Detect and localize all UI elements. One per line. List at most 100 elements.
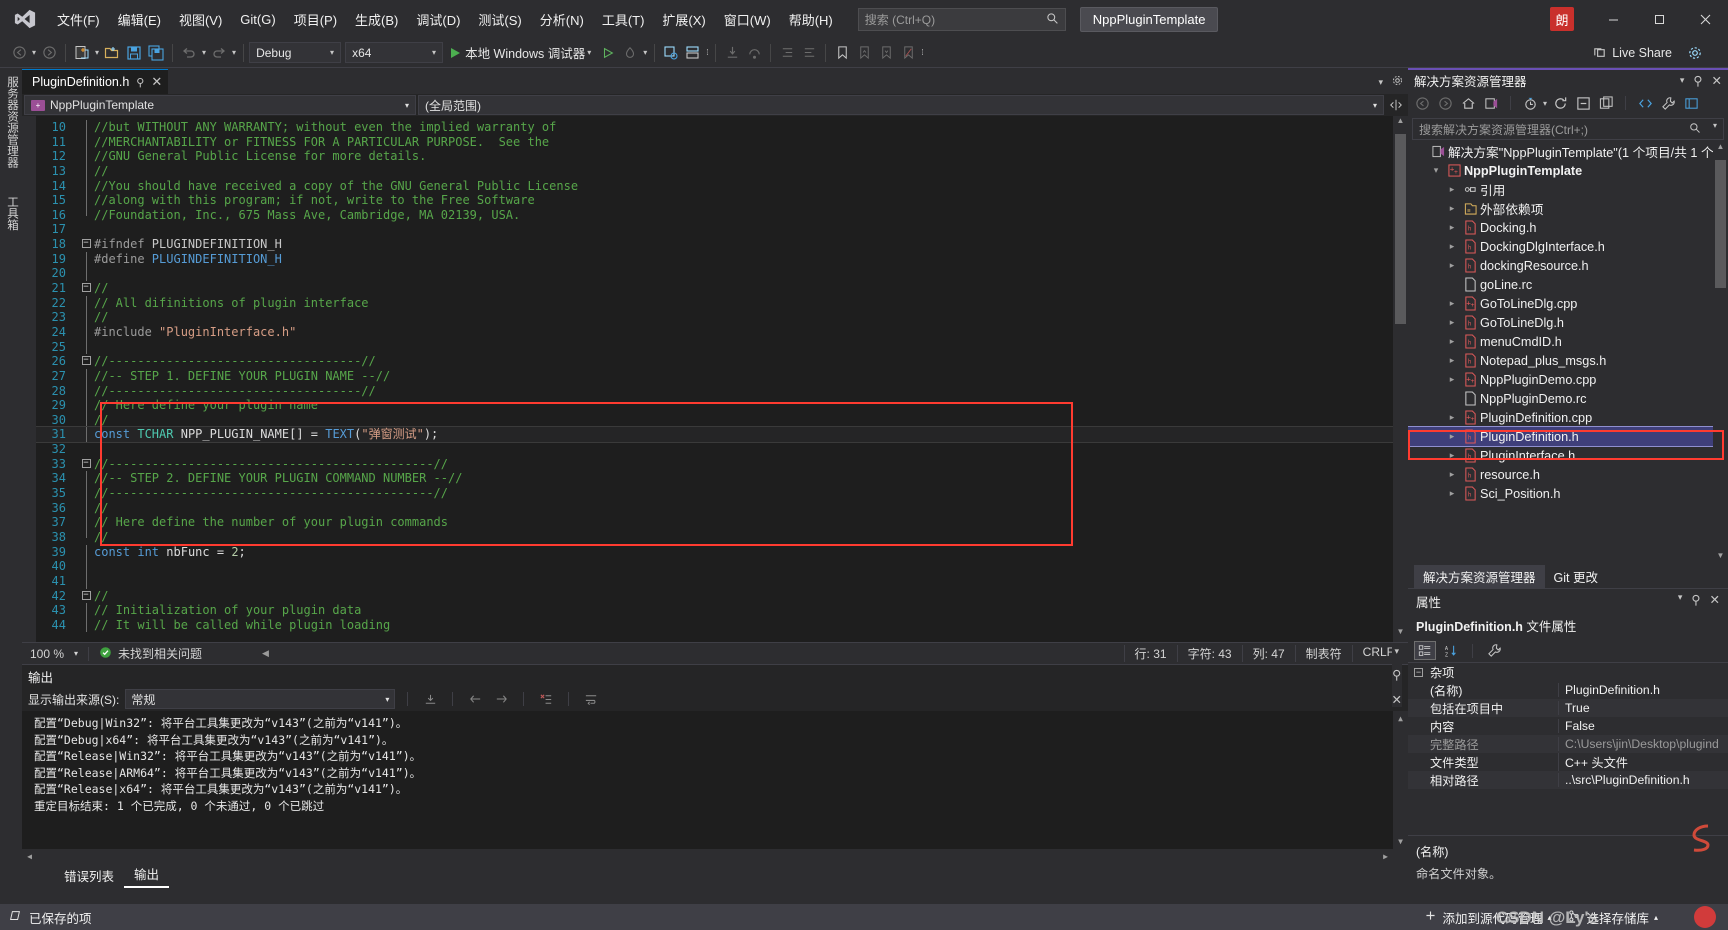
property-value[interactable]: False: [1558, 719, 1728, 733]
chevron-right-icon[interactable]: ▸: [1444, 488, 1460, 499]
ime-indicator[interactable]: 朗: [1550, 7, 1574, 31]
fold-margin[interactable]: [78, 193, 94, 208]
live-share-button[interactable]: Live Share: [1592, 45, 1672, 60]
chevron-right-icon[interactable]: ▸: [1444, 184, 1460, 195]
tab-git-changes[interactable]: Git 更改: [1545, 565, 1607, 588]
chevron-right-icon[interactable]: ▸: [1444, 203, 1460, 214]
bookmark-icon[interactable]: [831, 42, 853, 64]
scroll-down-icon[interactable]: ▼: [1393, 834, 1408, 849]
chevron-right-icon[interactable]: ▸: [1444, 298, 1460, 309]
menu-test[interactable]: 测试(S): [469, 5, 530, 34]
fold-margin[interactable]: [78, 500, 94, 516]
tree-item[interactable]: ▸ h dockingResource.h: [1408, 256, 1728, 275]
issue-nav-prev-icon[interactable]: ◀: [262, 648, 269, 659]
output-horizontal-scrollbar[interactable]: ◀ ▶: [22, 849, 1393, 864]
clear-all-icon[interactable]: [536, 689, 556, 709]
maximize-icon[interactable]: [1636, 0, 1682, 38]
tab-output[interactable]: 输出: [124, 861, 170, 888]
chevron-right-icon[interactable]: ▸: [1444, 260, 1460, 271]
tree-item[interactable]: NppPluginDemo.rc: [1408, 389, 1728, 408]
pin-icon[interactable]: ⚲: [1691, 592, 1700, 611]
fold-margin[interactable]: [78, 529, 94, 545]
new-item-icon[interactable]: [71, 42, 93, 64]
property-value[interactable]: C:\Users\jin\Desktop\plugind: [1558, 737, 1728, 751]
scroll-down-icon[interactable]: ▼: [1393, 627, 1408, 642]
navigate-forward-icon[interactable]: [38, 42, 60, 64]
tree-item[interactable]: 解决方案"NppPluginTemplate"(1 个项目/共 1 个): [1408, 142, 1728, 161]
menu-window[interactable]: 窗口(W): [715, 5, 780, 34]
tree-item[interactable]: ▸ 引用: [1408, 180, 1728, 199]
output-vertical-scrollbar[interactable]: ▲ ▼: [1393, 711, 1408, 864]
collapse-icon[interactable]: −: [81, 239, 91, 249]
zoom-level-dropdown[interactable]: 100 % ▾: [26, 647, 82, 661]
fold-margin[interactable]: [78, 544, 94, 560]
categorized-icon[interactable]: [1414, 641, 1436, 660]
settings-gear-icon[interactable]: [1684, 42, 1706, 64]
menu-extensions[interactable]: 扩展(X): [653, 5, 714, 34]
scroll-thumb[interactable]: [1715, 160, 1726, 288]
indent-icon[interactable]: [776, 42, 798, 64]
property-value[interactable]: True: [1558, 701, 1728, 715]
clear-bookmarks-icon[interactable]: [897, 42, 919, 64]
solution-tree[interactable]: ▲ ▼ 解决方案"NppPluginTemplate"(1 个项目/共 1 个)…: [1408, 142, 1728, 566]
undo-icon[interactable]: [178, 42, 200, 64]
fold-margin[interactable]: [78, 573, 94, 589]
menu-project[interactable]: 项目(P): [285, 5, 346, 34]
property-pages-wrench-icon[interactable]: [1483, 641, 1505, 660]
scroll-left-icon[interactable]: ◀: [22, 849, 37, 864]
view-code-icon[interactable]: [1635, 93, 1655, 113]
nav-type-dropdown[interactable]: + NppPluginTemplate ▾: [24, 95, 416, 115]
chevron-down-icon[interactable]: ▾: [1394, 646, 1399, 657]
back-icon[interactable]: [1412, 93, 1432, 113]
menu-build[interactable]: 生成(B): [346, 5, 407, 34]
scroll-thumb[interactable]: [1395, 134, 1406, 324]
fold-margin[interactable]: [78, 149, 94, 164]
toolbar-overflow-icon[interactable]: ⁞: [706, 48, 708, 57]
collapse-icon[interactable]: −: [81, 283, 91, 293]
fold-margin[interactable]: −: [78, 281, 94, 296]
close-icon[interactable]: ✕: [1710, 592, 1720, 611]
chevron-right-icon[interactable]: ▸: [1444, 374, 1460, 385]
tab-error-list[interactable]: 错误列表: [54, 863, 124, 888]
hot-reload-icon[interactable]: [619, 42, 641, 64]
chevron-right-icon[interactable]: ▸: [1444, 450, 1460, 461]
refresh-icon[interactable]: [1550, 93, 1570, 113]
menu-help[interactable]: 帮助(H): [780, 5, 842, 34]
fold-margin[interactable]: [78, 368, 94, 384]
code-editor[interactable]: 10 //but WITHOUT ANY WARRANTY; without ev…: [22, 116, 1408, 642]
split-view-icon[interactable]: [1386, 95, 1406, 115]
bookmarks-overflow-icon[interactable]: ⁞: [921, 48, 923, 57]
close-icon[interactable]: [1682, 0, 1728, 38]
close-icon[interactable]: ✕: [1712, 73, 1722, 88]
hot-reload-dropdown-icon[interactable]: ▾: [643, 48, 647, 57]
new-item-dropdown-icon[interactable]: ▾: [95, 48, 99, 57]
minimize-icon[interactable]: [1590, 0, 1636, 38]
tree-item[interactable]: ▸ ≡ 外部依赖项: [1408, 199, 1728, 218]
chevron-down-icon[interactable]: ▾: [1428, 165, 1444, 176]
fold-margin[interactable]: [78, 163, 94, 179]
chevron-right-icon[interactable]: ▸: [1444, 412, 1460, 423]
menu-git[interactable]: Git(G): [231, 7, 284, 32]
properties-group[interactable]: − 杂项: [1408, 663, 1728, 681]
menu-tools[interactable]: 工具(T): [593, 5, 654, 34]
chevron-down-icon[interactable]: ▾: [1378, 77, 1383, 88]
solution-view-icon[interactable]: [1481, 93, 1501, 113]
pin-icon[interactable]: ⚲: [136, 76, 144, 89]
property-row[interactable]: 相对路径 ..\src\PluginDefinition.h: [1408, 771, 1728, 789]
property-value[interactable]: C++ 头文件: [1558, 753, 1728, 771]
tree-item[interactable]: ▸ h GoToLineDlg.h: [1408, 313, 1728, 332]
fold-margin[interactable]: [78, 339, 94, 355]
fold-margin[interactable]: [78, 471, 94, 487]
live-visual-tree-icon[interactable]: [682, 42, 704, 64]
tree-item[interactable]: ▸ h DockingDlgInterface.h: [1408, 237, 1728, 256]
chevron-right-icon[interactable]: ▸: [1444, 317, 1460, 328]
fold-margin[interactable]: [78, 486, 94, 501]
tree-item[interactable]: ▸ h resource.h: [1408, 465, 1728, 484]
tree-item[interactable]: ▸ + + NppPluginDemo.cpp: [1408, 370, 1728, 389]
chevron-down-icon[interactable]: ▾: [1678, 592, 1683, 611]
fold-margin[interactable]: [78, 398, 94, 413]
chevron-right-icon[interactable]: ▸: [1444, 355, 1460, 366]
jump-to-icon[interactable]: [420, 689, 440, 709]
go-to-previous-icon[interactable]: [465, 689, 485, 709]
chevron-down-icon[interactable]: ▾: [1713, 121, 1717, 130]
